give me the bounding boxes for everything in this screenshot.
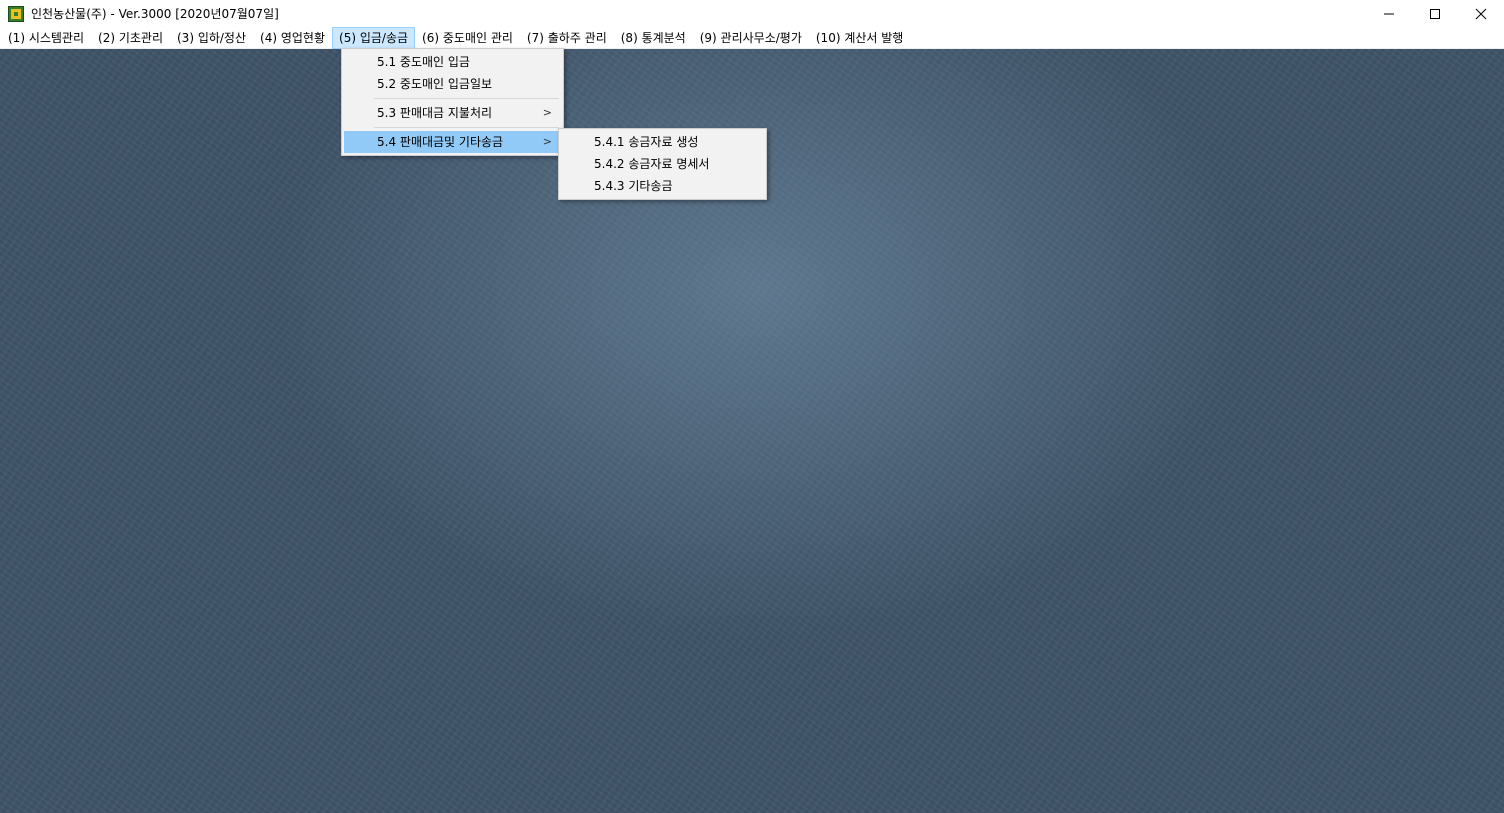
menu-office-evaluation[interactable]: (9) 관리사무소/평가 [693,27,809,49]
menu-item-label: 5.2 중도매인 입금일보 [377,77,493,91]
menu-receiving[interactable]: (3) 입하/정산 [170,27,253,49]
close-icon [1475,8,1487,19]
menu-item-other-remittance[interactable]: 5.4.3 기타송금 [561,175,764,197]
menu-system[interactable]: (1) 시스템관리 [1,27,91,49]
window-controls [1366,0,1504,27]
menu-item-broker-deposit-daily[interactable]: 5.2 중도매인 입금일보 [344,73,561,95]
menu-basic[interactable]: (2) 기초관리 [91,27,170,49]
title-bar: 인천농산물(주) - Ver.3000 [2020년07월07일] [0,0,1504,27]
deposit-remit-dropdown: 5.1 중도매인 입금 5.2 중도매인 입금일보 5.3 판매대금 지불처리 … [341,48,564,156]
menu-item-label: 5.4.1 송금자료 생성 [594,135,699,149]
menu-item-sales-remittance[interactable]: 5.4 판매대금및 기타송금 > [344,131,561,153]
menu-item-create-remittance-data[interactable]: 5.4.1 송금자료 생성 [561,131,764,153]
menu-bar: (1) 시스템관리 (2) 기초관리 (3) 입하/정산 (4) 영업현황 (5… [0,26,1504,49]
menu-statistics[interactable]: (8) 통계분석 [614,27,693,49]
menu-item-label: 5.4.3 기타송금 [594,179,673,193]
menu-item-remittance-statement[interactable]: 5.4.2 송금자료 명세서 [561,153,764,175]
menu-item-label: 5.4 판매대금및 기타송금 [377,135,504,149]
window-title: 인천농산물(주) - Ver.3000 [2020년07월07일] [31,7,279,21]
menu-item-label: 5.3 판매대금 지불처리 [377,106,493,120]
remittance-submenu: 5.4.1 송금자료 생성 5.4.2 송금자료 명세서 5.4.3 기타송금 [558,128,767,200]
maximize-button[interactable] [1412,0,1458,27]
menu-shipper-management[interactable]: (7) 출하주 관리 [520,27,614,49]
menu-broker-management[interactable]: (6) 중도매인 관리 [415,27,520,49]
close-button[interactable] [1458,0,1504,27]
menu-invoice[interactable]: (10) 계산서 발행 [809,27,910,49]
menu-separator [374,98,559,99]
menu-item-broker-deposit[interactable]: 5.1 중도매인 입금 [344,51,561,73]
app-logo-icon[interactable] [8,5,24,22]
menu-sales-status[interactable]: (4) 영업현황 [253,27,332,49]
maximize-icon [1430,8,1440,19]
menu-item-label: 5.1 중도매인 입금 [377,55,470,69]
menu-item-label: 5.4.2 송금자료 명세서 [594,157,710,171]
chevron-right-icon: > [542,106,552,119]
menu-deposit-remit[interactable]: (5) 입금/송금 [332,26,416,49]
minimize-button[interactable] [1366,0,1412,27]
menu-separator [374,127,559,128]
chevron-right-icon: > [542,135,552,148]
menu-item-sales-payment[interactable]: 5.3 판매대금 지불처리 > [344,102,561,124]
minimize-icon [1384,13,1394,14]
